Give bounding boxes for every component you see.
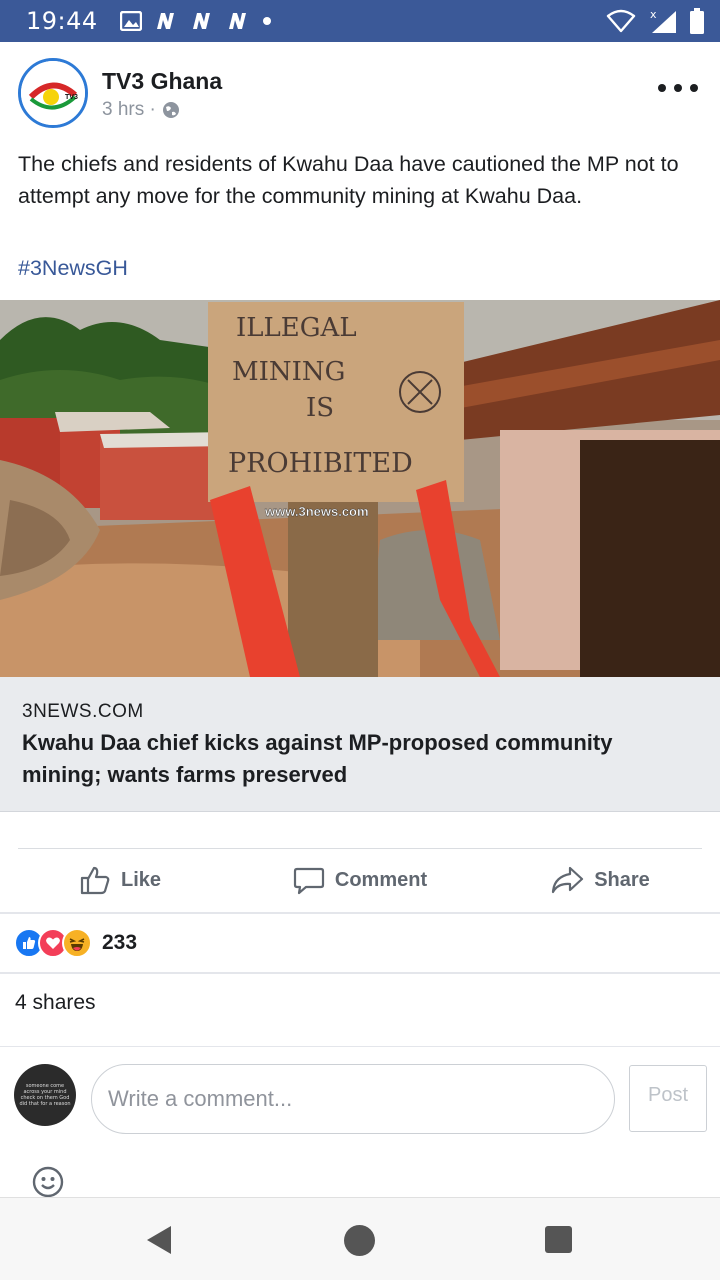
hashtag-link[interactable]: #3NewsGH bbox=[18, 256, 128, 281]
status-time: 19:44 bbox=[26, 7, 98, 35]
n-icon bbox=[192, 13, 210, 29]
divider bbox=[0, 972, 720, 974]
link-preview-info[interactable]: 3NEWS.COM Kwahu Daa chief kicks against … bbox=[0, 677, 720, 812]
n-icon bbox=[228, 13, 246, 29]
tv3-logo: TV3 bbox=[21, 61, 85, 125]
like-button[interactable]: Like bbox=[0, 852, 240, 908]
status-bar: 19:44 x bbox=[0, 0, 720, 42]
more-dot bbox=[658, 84, 666, 92]
divider bbox=[0, 912, 720, 914]
news-photo: ILLEGAL MINING IS PROHIBITED www.3news.c… bbox=[0, 300, 720, 677]
divider bbox=[18, 848, 702, 849]
post-timestamp[interactable]: 3 hrs · bbox=[102, 99, 156, 121]
n-icon bbox=[156, 13, 174, 29]
dot-icon bbox=[262, 17, 271, 25]
android-nav-bar bbox=[0, 1197, 720, 1280]
comment-icon bbox=[293, 867, 324, 895]
more-dot bbox=[690, 84, 698, 92]
post-header: TV3 TV3 Ghana 3 hrs · bbox=[18, 58, 702, 130]
image-watermark: www.3news.com bbox=[264, 504, 369, 519]
reactions-summary[interactable]: 233 bbox=[14, 926, 137, 960]
globe-icon bbox=[162, 102, 179, 118]
sign-line-1: ILLEGAL bbox=[236, 313, 357, 343]
action-bar: Like Comment Share bbox=[0, 852, 720, 908]
recent-apps-icon[interactable] bbox=[545, 1226, 572, 1253]
user-avatar: someone come across your mind check on t… bbox=[14, 1064, 76, 1126]
shares-count[interactable]: 4 shares bbox=[15, 991, 96, 1015]
post-body: The chiefs and residents of Kwahu Daa ha… bbox=[18, 152, 679, 208]
more-options-button[interactable] bbox=[658, 76, 698, 100]
share-label: Share bbox=[594, 868, 650, 891]
haha-reaction-icon bbox=[62, 928, 92, 958]
emoji-button[interactable] bbox=[32, 1166, 64, 1198]
battery-icon bbox=[690, 8, 704, 34]
avatar-quote-text: someone come across your mind check on t… bbox=[19, 1083, 71, 1107]
like-label: Like bbox=[120, 868, 162, 891]
divider bbox=[0, 1046, 720, 1047]
wifi-icon bbox=[606, 9, 636, 33]
smiley-icon bbox=[32, 1166, 64, 1198]
comment-label: Comment bbox=[334, 868, 428, 891]
logo-text: TV3 bbox=[65, 94, 78, 101]
link-title: Kwahu Daa chief kicks against MP-propose… bbox=[22, 730, 613, 787]
share-button[interactable]: Share bbox=[480, 852, 720, 908]
sign-line-3: IS bbox=[306, 393, 334, 423]
notification-icons bbox=[119, 11, 272, 31]
post-meta: 3 hrs · bbox=[102, 99, 180, 121]
page-name[interactable]: TV3 Ghana bbox=[102, 68, 222, 95]
thumbs-up-icon bbox=[80, 866, 110, 895]
link-preview-image[interactable]: ILLEGAL MINING IS PROHIBITED www.3news.c… bbox=[0, 300, 720, 677]
more-dot bbox=[674, 84, 682, 92]
svg-text:x: x bbox=[650, 8, 657, 21]
reaction-count: 233 bbox=[102, 931, 138, 954]
system-icons: x bbox=[606, 7, 704, 35]
comment-button[interactable]: Comment bbox=[240, 852, 480, 908]
link-domain: 3NEWS.COM bbox=[22, 701, 144, 722]
image-icon bbox=[119, 11, 142, 31]
sign-line-4: PROHIBITED bbox=[228, 448, 413, 479]
post-comment-button[interactable]: Post bbox=[629, 1065, 707, 1132]
page-avatar[interactable]: TV3 bbox=[18, 58, 88, 128]
signal-icon: x bbox=[650, 8, 676, 33]
home-icon[interactable] bbox=[344, 1225, 375, 1256]
back-icon[interactable] bbox=[146, 1225, 172, 1255]
share-icon bbox=[552, 866, 584, 894]
sign-line-2: MINING bbox=[232, 357, 345, 387]
comment-input[interactable] bbox=[91, 1064, 615, 1134]
